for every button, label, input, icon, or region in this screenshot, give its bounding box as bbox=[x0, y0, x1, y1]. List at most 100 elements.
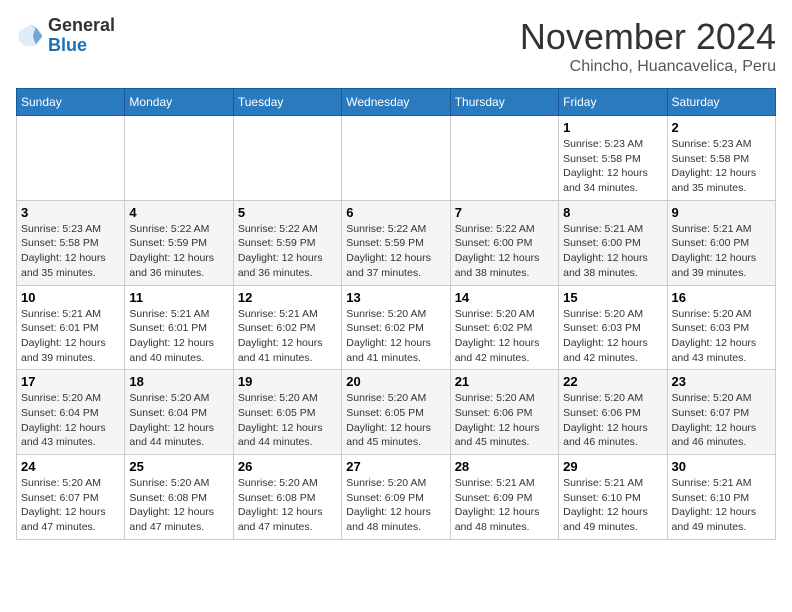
calendar-cell: 25 Sunrise: 5:20 AM Sunset: 6:08 PM Dayli… bbox=[125, 455, 233, 540]
logo-general: General bbox=[48, 16, 115, 36]
day-info: Sunrise: 5:20 AM Sunset: 6:09 PM Dayligh… bbox=[346, 476, 445, 535]
calendar-week-3: 10Sunrise: 5:21 AM Sunset: 6:01 PM Dayli… bbox=[17, 285, 776, 370]
day-number: 19 bbox=[238, 374, 337, 389]
calendar-cell: 27 Sunrise: 5:20 AM Sunset: 6:09 PM Dayli… bbox=[342, 455, 450, 540]
calendar-cell bbox=[17, 116, 125, 201]
day-info: Sunrise: 5:21 AM Sunset: 6:00 PM Dayligh… bbox=[672, 222, 771, 281]
day-info: Sunrise: 5:20 AM Sunset: 6:07 PM Dayligh… bbox=[21, 476, 120, 535]
calendar-cell: 21 Sunrise: 5:20 AM Sunset: 6:06 PM Dayli… bbox=[450, 370, 558, 455]
calendar-cell: 24 Sunrise: 5:20 AM Sunset: 6:07 PM Dayli… bbox=[17, 455, 125, 540]
day-number: 21 bbox=[455, 374, 554, 389]
calendar-cell: 13 Sunrise: 5:20 AM Sunset: 6:02 PM Dayli… bbox=[342, 285, 450, 370]
day-number: 26 bbox=[238, 459, 337, 474]
day-info: Sunrise: 5:21 AM Sunset: 6:00 PM Dayligh… bbox=[563, 222, 662, 281]
calendar-cell: 15Sunrise: 5:20 AM Sunset: 6:03 PM Dayli… bbox=[559, 285, 667, 370]
day-info: Sunrise: 5:20 AM Sunset: 6:06 PM Dayligh… bbox=[455, 391, 554, 450]
day-number: 18 bbox=[129, 374, 228, 389]
logo-blue: Blue bbox=[48, 36, 115, 56]
calendar-cell: 14Sunrise: 5:20 AM Sunset: 6:02 PM Dayli… bbox=[450, 285, 558, 370]
calendar-cell: 18Sunrise: 5:20 AM Sunset: 6:04 PM Dayli… bbox=[125, 370, 233, 455]
location: Chincho, Huancavelica, Peru bbox=[520, 58, 776, 76]
day-number: 23 bbox=[672, 374, 771, 389]
day-number: 13 bbox=[346, 290, 445, 305]
calendar-week-2: 3 Sunrise: 5:23 AM Sunset: 5:58 PM Daylig… bbox=[17, 200, 776, 285]
day-info: Sunrise: 5:23 AM Sunset: 5:58 PM Dayligh… bbox=[672, 137, 771, 196]
day-number: 3 bbox=[21, 205, 120, 220]
day-info: Sunrise: 5:22 AM Sunset: 5:59 PM Dayligh… bbox=[238, 222, 337, 281]
calendar-cell: 1 Sunrise: 5:23 AM Sunset: 5:58 PM Daylig… bbox=[559, 116, 667, 201]
day-info: Sunrise: 5:22 AM Sunset: 6:00 PM Dayligh… bbox=[455, 222, 554, 281]
calendar-cell: 5 Sunrise: 5:22 AM Sunset: 5:59 PM Daylig… bbox=[233, 200, 341, 285]
day-info: Sunrise: 5:23 AM Sunset: 5:58 PM Dayligh… bbox=[21, 222, 120, 281]
day-info: Sunrise: 5:23 AM Sunset: 5:58 PM Dayligh… bbox=[563, 137, 662, 196]
day-info: Sunrise: 5:20 AM Sunset: 6:04 PM Dayligh… bbox=[21, 391, 120, 450]
day-number: 12 bbox=[238, 290, 337, 305]
day-info: Sunrise: 5:20 AM Sunset: 6:05 PM Dayligh… bbox=[238, 391, 337, 450]
day-number: 29 bbox=[563, 459, 662, 474]
title-block: November 2024 Chincho, Huancavelica, Per… bbox=[520, 16, 776, 76]
day-header-friday: Friday bbox=[559, 89, 667, 116]
day-info: Sunrise: 5:21 AM Sunset: 6:09 PM Dayligh… bbox=[455, 476, 554, 535]
calendar-cell: 22 Sunrise: 5:20 AM Sunset: 6:06 PM Dayli… bbox=[559, 370, 667, 455]
calendar-cell: 17 Sunrise: 5:20 AM Sunset: 6:04 PM Dayli… bbox=[17, 370, 125, 455]
day-number: 7 bbox=[455, 205, 554, 220]
calendar-cell: 28 Sunrise: 5:21 AM Sunset: 6:09 PM Dayli… bbox=[450, 455, 558, 540]
day-info: Sunrise: 5:20 AM Sunset: 6:08 PM Dayligh… bbox=[129, 476, 228, 535]
day-number: 9 bbox=[672, 205, 771, 220]
day-number: 20 bbox=[346, 374, 445, 389]
day-number: 25 bbox=[129, 459, 228, 474]
day-info: Sunrise: 5:20 AM Sunset: 6:06 PM Dayligh… bbox=[563, 391, 662, 450]
calendar-cell: 30Sunrise: 5:21 AM Sunset: 6:10 PM Dayli… bbox=[667, 455, 775, 540]
day-header-sunday: Sunday bbox=[17, 89, 125, 116]
calendar-cell: 26 Sunrise: 5:20 AM Sunset: 6:08 PM Dayli… bbox=[233, 455, 341, 540]
day-number: 11 bbox=[129, 290, 228, 305]
day-number: 8 bbox=[563, 205, 662, 220]
day-info: Sunrise: 5:20 AM Sunset: 6:08 PM Dayligh… bbox=[238, 476, 337, 535]
calendar-cell: 7 Sunrise: 5:22 AM Sunset: 6:00 PM Daylig… bbox=[450, 200, 558, 285]
day-info: Sunrise: 5:22 AM Sunset: 5:59 PM Dayligh… bbox=[129, 222, 228, 281]
calendar-cell: 2 Sunrise: 5:23 AM Sunset: 5:58 PM Daylig… bbox=[667, 116, 775, 201]
page-header: General Blue November 2024 Chincho, Huan… bbox=[16, 16, 776, 76]
day-info: Sunrise: 5:20 AM Sunset: 6:05 PM Dayligh… bbox=[346, 391, 445, 450]
calendar-cell: 3 Sunrise: 5:23 AM Sunset: 5:58 PM Daylig… bbox=[17, 200, 125, 285]
calendar-cell bbox=[450, 116, 558, 201]
calendar-table: SundayMondayTuesdayWednesdayThursdayFrid… bbox=[16, 88, 776, 540]
calendar-cell: 20 Sunrise: 5:20 AM Sunset: 6:05 PM Dayli… bbox=[342, 370, 450, 455]
day-number: 30 bbox=[672, 459, 771, 474]
calendar-week-4: 17 Sunrise: 5:20 AM Sunset: 6:04 PM Dayli… bbox=[17, 370, 776, 455]
month-title: November 2024 bbox=[520, 16, 776, 58]
logo: General Blue bbox=[16, 16, 115, 56]
calendar-cell: 11Sunrise: 5:21 AM Sunset: 6:01 PM Dayli… bbox=[125, 285, 233, 370]
day-number: 4 bbox=[129, 205, 228, 220]
calendar-cell bbox=[342, 116, 450, 201]
calendar-cell: 16Sunrise: 5:20 AM Sunset: 6:03 PM Dayli… bbox=[667, 285, 775, 370]
calendar-cell: 4 Sunrise: 5:22 AM Sunset: 5:59 PM Daylig… bbox=[125, 200, 233, 285]
day-number: 27 bbox=[346, 459, 445, 474]
day-info: Sunrise: 5:20 AM Sunset: 6:02 PM Dayligh… bbox=[346, 307, 445, 366]
day-number: 1 bbox=[563, 120, 662, 135]
calendar-cell: 29 Sunrise: 5:21 AM Sunset: 6:10 PM Dayli… bbox=[559, 455, 667, 540]
calendar-cell: 6Sunrise: 5:22 AM Sunset: 5:59 PM Daylig… bbox=[342, 200, 450, 285]
day-info: Sunrise: 5:20 AM Sunset: 6:07 PM Dayligh… bbox=[672, 391, 771, 450]
day-info: Sunrise: 5:21 AM Sunset: 6:10 PM Dayligh… bbox=[563, 476, 662, 535]
day-number: 17 bbox=[21, 374, 120, 389]
day-info: Sunrise: 5:22 AM Sunset: 5:59 PM Dayligh… bbox=[346, 222, 445, 281]
calendar-cell: 8 Sunrise: 5:21 AM Sunset: 6:00 PM Daylig… bbox=[559, 200, 667, 285]
day-number: 28 bbox=[455, 459, 554, 474]
day-header-monday: Monday bbox=[125, 89, 233, 116]
calendar-cell: 12 Sunrise: 5:21 AM Sunset: 6:02 PM Dayli… bbox=[233, 285, 341, 370]
day-number: 5 bbox=[238, 205, 337, 220]
day-number: 14 bbox=[455, 290, 554, 305]
logo-icon bbox=[16, 22, 44, 50]
calendar-header-row: SundayMondayTuesdayWednesdayThursdayFrid… bbox=[17, 89, 776, 116]
day-number: 2 bbox=[672, 120, 771, 135]
day-number: 15 bbox=[563, 290, 662, 305]
calendar-cell: 19 Sunrise: 5:20 AM Sunset: 6:05 PM Dayli… bbox=[233, 370, 341, 455]
day-number: 24 bbox=[21, 459, 120, 474]
calendar-cell bbox=[233, 116, 341, 201]
day-info: Sunrise: 5:20 AM Sunset: 6:03 PM Dayligh… bbox=[672, 307, 771, 366]
calendar-week-5: 24 Sunrise: 5:20 AM Sunset: 6:07 PM Dayli… bbox=[17, 455, 776, 540]
calendar-cell: 23 Sunrise: 5:20 AM Sunset: 6:07 PM Dayli… bbox=[667, 370, 775, 455]
day-number: 22 bbox=[563, 374, 662, 389]
day-info: Sunrise: 5:21 AM Sunset: 6:02 PM Dayligh… bbox=[238, 307, 337, 366]
